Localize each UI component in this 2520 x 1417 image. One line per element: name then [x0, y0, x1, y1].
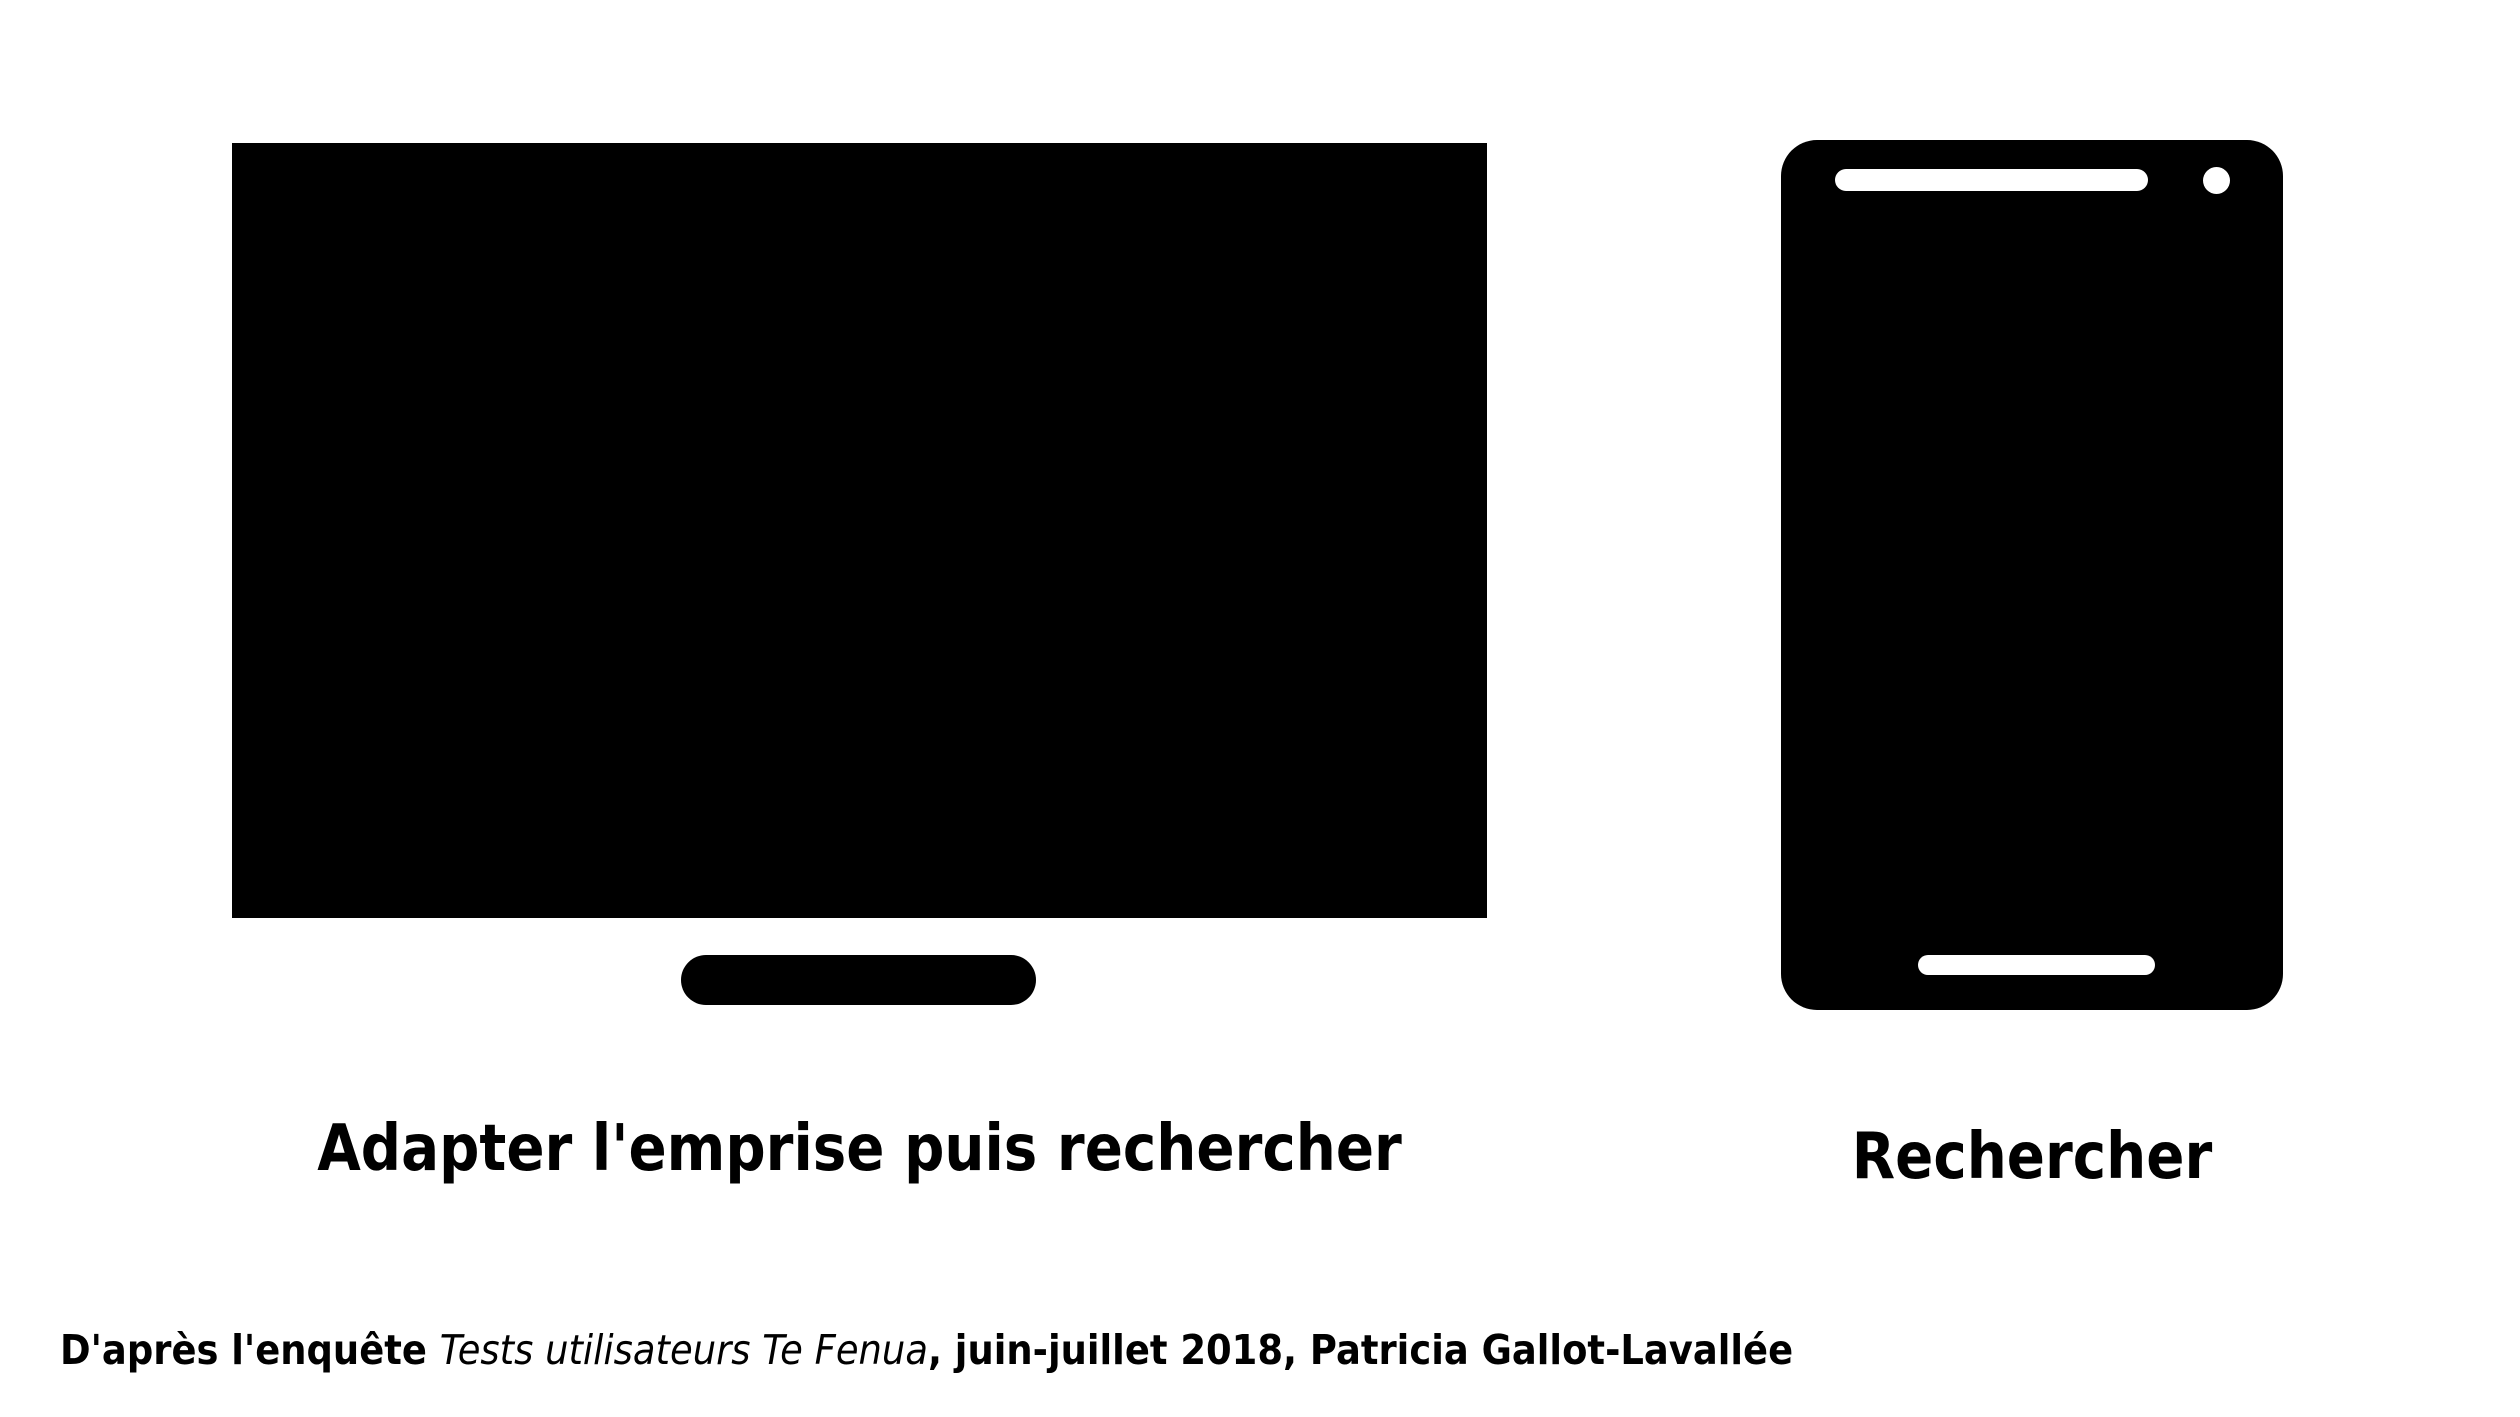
source-prefix: D'après l'enquête [60, 1326, 440, 1374]
monitor-stand [681, 955, 1036, 1005]
monitor-screen [232, 143, 1487, 918]
phone-camera [2203, 167, 2230, 194]
mobile-caption: Rechercher [1851, 1120, 2213, 1194]
source-note: D'après l'enquête Tests utilisateurs Te … [60, 1330, 1793, 1371]
desktop-caption: Adapter l'emprise puis rechercher [317, 1112, 1402, 1186]
phone-home-bar [1918, 955, 2155, 975]
source-suffix: , juin-juillet 2018, Patricia Gallot-Lav… [927, 1326, 1794, 1374]
phone-speaker [1835, 169, 2148, 191]
smartphone-icon [1781, 140, 2283, 1010]
source-title: Tests utilisateurs Te Fenua [439, 1326, 928, 1374]
